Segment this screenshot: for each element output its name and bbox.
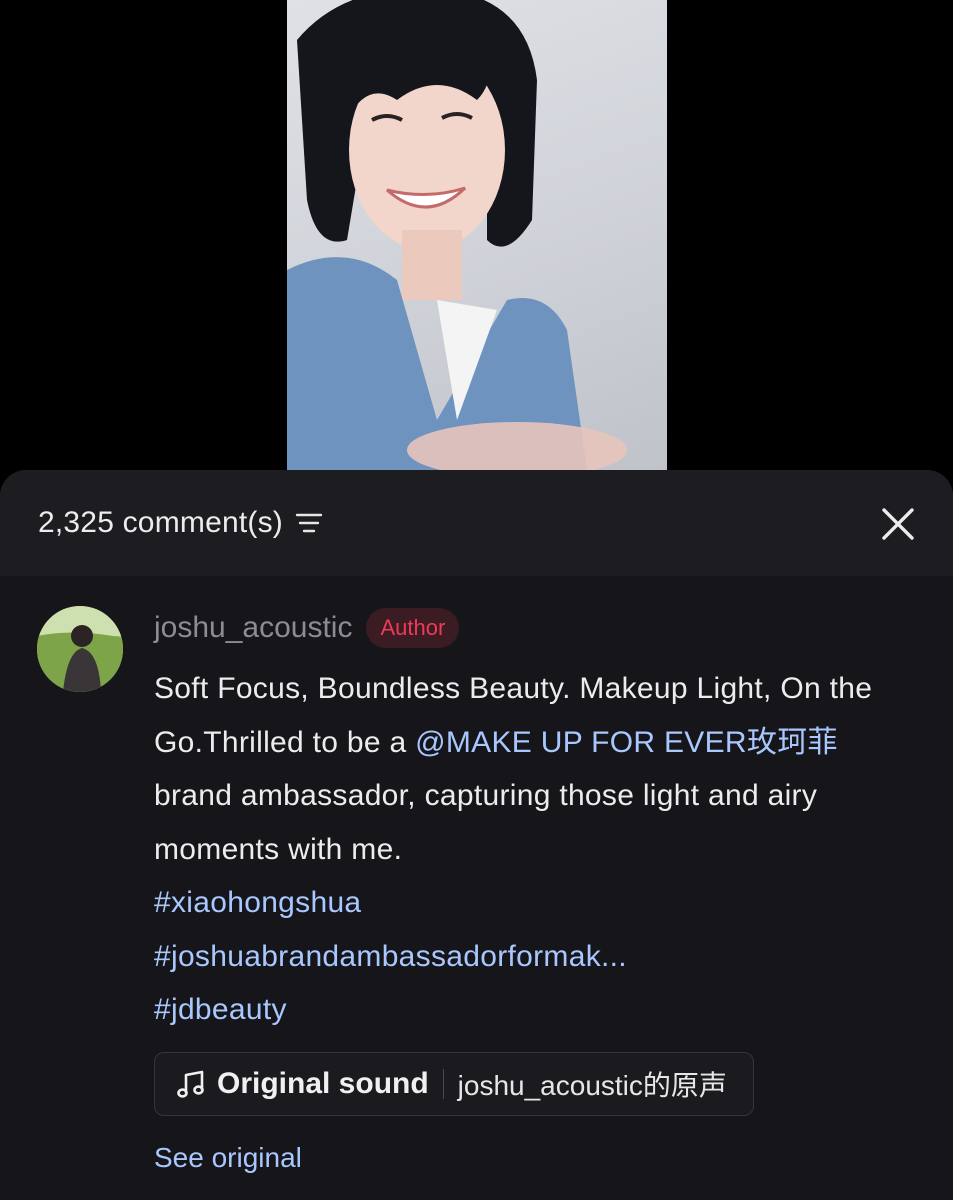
brand-mention-link[interactable]: @MAKE UP FOR EVER玫珂菲 bbox=[415, 726, 838, 759]
comment-count-label: 2,325 comment(s) bbox=[38, 506, 283, 539]
close-icon[interactable] bbox=[874, 500, 922, 548]
caption-end: brand ambassador, capturing those light … bbox=[154, 779, 818, 866]
avatar-image bbox=[37, 606, 123, 692]
hashtag-link[interactable]: #joshuabrandambassadorformak... bbox=[154, 930, 914, 984]
video-still-image bbox=[287, 0, 627, 470]
hashtag-link[interactable]: #xiaohongshua bbox=[154, 876, 914, 930]
author-row: joshu_acoustic Author bbox=[154, 608, 460, 648]
caption-text: Soft Focus, Boundless Beauty. Makeup Lig… bbox=[154, 662, 914, 1037]
sort-icon[interactable] bbox=[295, 512, 323, 534]
hashtag-link[interactable]: #jdbeauty bbox=[154, 983, 914, 1037]
music-note-icon bbox=[177, 1070, 204, 1098]
comment-count: 2,325 comment(s) bbox=[38, 506, 323, 540]
video-player[interactable] bbox=[0, 0, 953, 475]
video-frame[interactable] bbox=[287, 0, 667, 470]
sound-divider bbox=[442, 1069, 444, 1099]
sound-label: Original sound bbox=[217, 1067, 429, 1100]
sound-source: joshu_acoustic的原声 bbox=[457, 1070, 727, 1101]
comments-header: 2,325 comment(s) bbox=[0, 470, 953, 576]
see-original-link[interactable]: See original bbox=[154, 1142, 302, 1174]
comments-sheet: 2,325 comment(s) joshu_acoustic Author S… bbox=[0, 470, 953, 1200]
avatar[interactable] bbox=[37, 606, 123, 692]
username[interactable]: joshu_acoustic bbox=[154, 611, 352, 645]
original-sound-button[interactable]: Original sound joshu_acoustic的原声 bbox=[154, 1052, 754, 1116]
author-badge: Author bbox=[366, 608, 460, 648]
